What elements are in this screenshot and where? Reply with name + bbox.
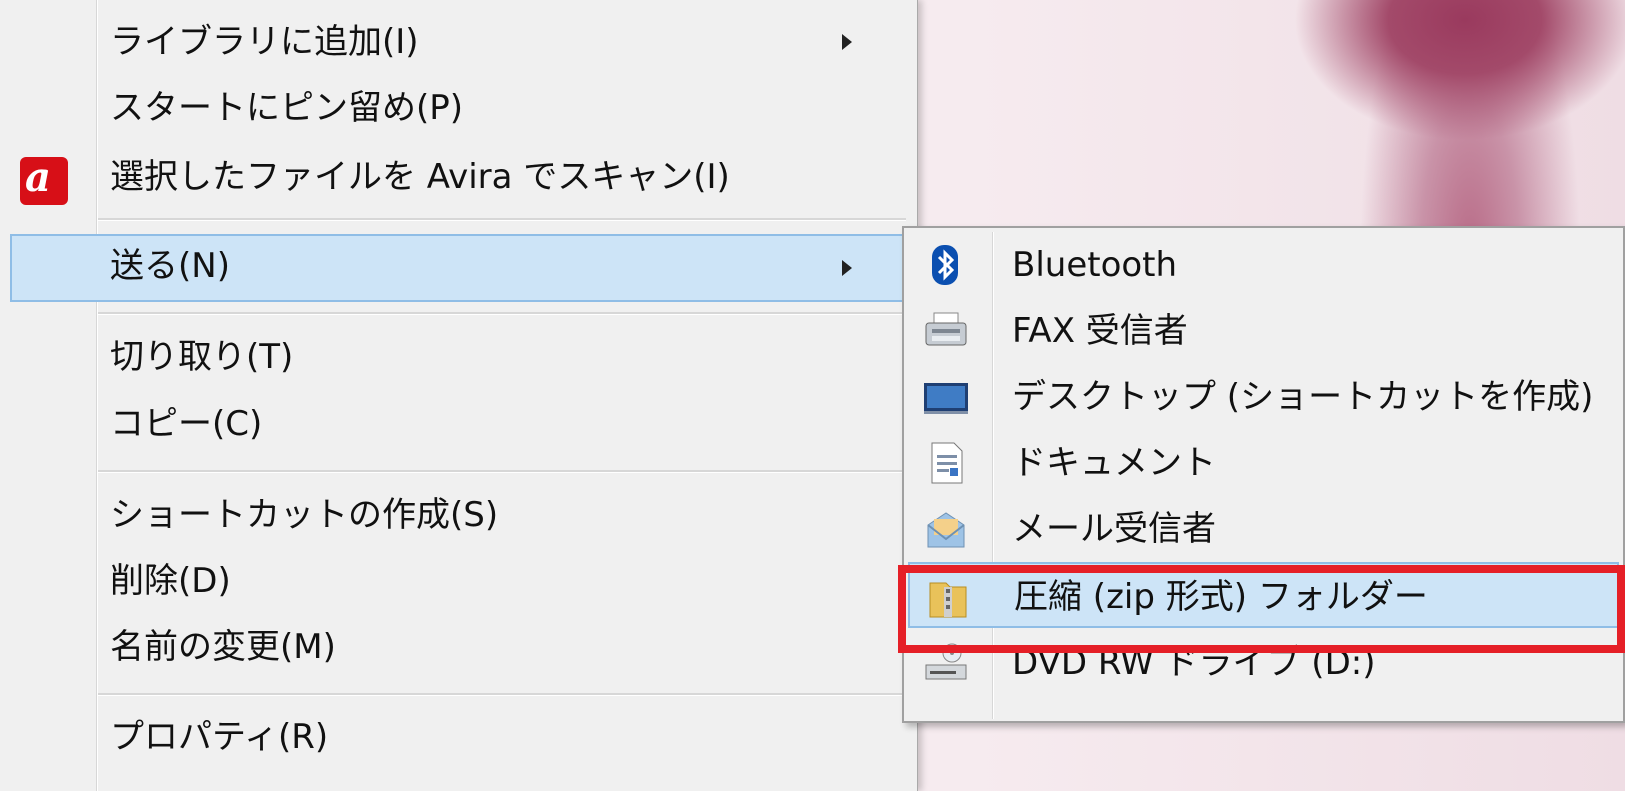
submenu-arrow-icon: [842, 34, 852, 50]
menu-item-pin-to-start[interactable]: スタートにピン留め(P): [10, 76, 906, 140]
menu-item-cut[interactable]: 切り取り(T): [10, 325, 906, 389]
menu-item-label: 名前の変更(M): [110, 627, 336, 667]
desktop-icon: [924, 383, 968, 414]
mail-icon: [927, 512, 965, 548]
submenu-arrow-icon: [842, 260, 852, 276]
menu-item-label: 切り取り(T): [110, 337, 294, 377]
menu-item-label: 送る(N): [110, 246, 230, 286]
submenu-item-label: デスクトップ (ショートカットを作成): [1012, 377, 1594, 417]
menu-item-create-shortcut[interactable]: ショートカットの作成(S): [10, 483, 906, 547]
menu-item-label: 削除(D): [110, 561, 231, 601]
submenu-item-bluetooth[interactable]: Bluetooth: [908, 232, 1619, 298]
menu-item-label: プロパティ(R): [110, 717, 329, 757]
menu-item-rename[interactable]: 名前の変更(M): [10, 615, 906, 679]
menu-item-label: 選択したファイルを Avira でスキャン(I): [110, 157, 730, 197]
menu-item-label: ショートカットの作成(S): [110, 495, 499, 535]
menu-item-add-to-library[interactable]: ライブラリに追加(I): [10, 10, 906, 74]
submenu-item-documents[interactable]: ドキュメント: [908, 430, 1619, 496]
menu-separator: [98, 693, 906, 696]
menu-item-label: コピー(C): [110, 404, 263, 444]
menu-separator: [98, 312, 906, 315]
submenu-item-fax-recipient[interactable]: FAX 受信者: [908, 298, 1619, 364]
menu-item-label: ライブラリに追加(I): [110, 22, 419, 62]
submenu-item-mail-recipient[interactable]: メール受信者: [908, 496, 1619, 562]
menu-item-scan-with-avira[interactable]: 選択したファイルを Avira でスキャン(I): [10, 145, 906, 209]
menu-item-label: スタートにピン留め(P): [110, 88, 464, 128]
document-icon: [931, 442, 963, 484]
submenu-item-label: メール受信者: [1012, 509, 1216, 549]
menu-item-copy[interactable]: コピー(C): [10, 392, 906, 456]
menu-item-delete[interactable]: 削除(D): [10, 549, 906, 613]
submenu-item-label: FAX 受信者: [1012, 311, 1188, 351]
fax-icon: [925, 312, 967, 346]
menu-item-send-to[interactable]: 送る(N): [10, 234, 906, 302]
context-menu: ライブラリに追加(I) スタートにピン留め(P) a 選択したファイルを Avi…: [0, 0, 918, 791]
submenu-item-label: ドキュメント: [1012, 443, 1216, 483]
highlight-frame: [898, 565, 1625, 653]
menu-separator: [98, 470, 906, 473]
submenu-item-label: Bluetooth: [1012, 245, 1178, 285]
menu-item-properties[interactable]: プロパティ(R): [10, 705, 906, 769]
bluetooth-icon: [932, 245, 958, 285]
menu-separator: [98, 218, 906, 221]
submenu-item-desktop-shortcut[interactable]: デスクトップ (ショートカットを作成): [908, 364, 1619, 430]
